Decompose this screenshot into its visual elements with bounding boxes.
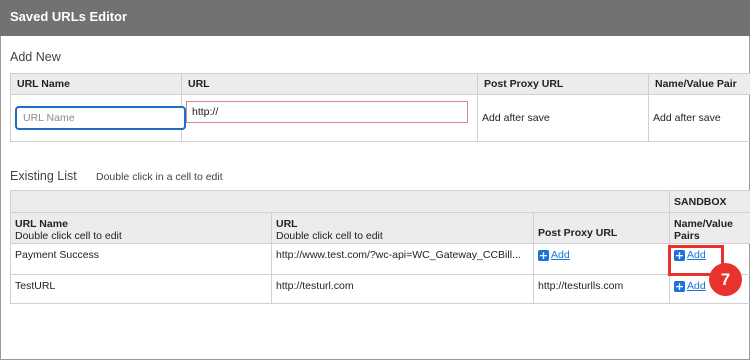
column-subtitle: Double click cell to edit [15, 230, 122, 242]
column-header-post-proxy-url: Post Proxy URL [532, 212, 671, 244]
column-subtitle: Double click cell to edit [276, 230, 383, 242]
post-proxy-cell: Add after save [477, 94, 649, 142]
column-header-url-name: URL Name Double click cell to edit [10, 212, 272, 244]
column-title: Post Proxy URL [538, 226, 618, 239]
table-row: Payment Success http://www.test.com/?wc-… [10, 243, 750, 275]
add-new-input-row: Add after save Add after save [10, 94, 750, 142]
column-title: Name/Value [674, 218, 733, 230]
column-title: URL [276, 218, 298, 230]
step-callout-badge: 7 [709, 263, 742, 296]
window-title: Saved URLs Editor [0, 0, 750, 36]
url-input[interactable] [186, 100, 468, 123]
group-header-spacer [9, 190, 671, 213]
column-header-url-name: URL Name [10, 73, 182, 95]
existing-list-table: SANDBOX URL Name Double click cell to ed… [9, 190, 750, 304]
edit-hint: Double click in a cell to edit [96, 171, 223, 183]
table-row: TestURL http://testurl.com http://testur… [10, 274, 750, 304]
add-post-proxy-link[interactable]: + Add [538, 249, 570, 261]
add-new-heading: Add New [10, 50, 61, 64]
group-header-row: SANDBOX [9, 190, 750, 213]
column-header-url: URL [181, 73, 478, 95]
url-cell [181, 94, 478, 142]
column-subtitle: Pairs [674, 230, 700, 242]
post-proxy-value[interactable]: http://testurlls.com [532, 274, 671, 304]
column-title: URL Name [15, 218, 68, 230]
column-header-name-value-pairs: Name/Value Pairs [669, 212, 750, 244]
existing-list-heading: Existing List [10, 169, 77, 183]
column-header-url: URL Double click cell to edit [271, 212, 534, 244]
plus-icon: + [538, 248, 549, 262]
existing-header-row: URL Name Double click cell to edit URL D… [10, 212, 750, 244]
add-new-header-row: URL Name URL Post Proxy URL Name/Value P… [10, 73, 750, 95]
url-name-input[interactable] [15, 106, 186, 130]
name-value-cell: Add after save [648, 94, 750, 142]
url-value[interactable]: http://testurl.com [271, 274, 534, 304]
column-header-post-proxy-url: Post Proxy URL [477, 73, 649, 95]
url-name-value[interactable]: TestURL [10, 274, 272, 304]
url-value[interactable]: http://www.test.com/?wc-api=WC_Gateway_C… [271, 243, 534, 275]
url-name-cell [10, 94, 186, 142]
add-link-label: Add [687, 280, 706, 292]
sandbox-group-header: SANDBOX [669, 190, 750, 213]
column-header-name-value-pair: Name/Value Pair [648, 73, 750, 95]
post-proxy-value[interactable]: + Add [532, 243, 671, 275]
add-name-value-pair-link[interactable]: + Add [674, 280, 706, 292]
url-name-value[interactable]: Payment Success [10, 243, 272, 275]
plus-icon: + [674, 279, 686, 293]
add-new-table: URL Name URL Post Proxy URL Name/Value P… [10, 73, 750, 142]
add-link-label: Add [551, 249, 570, 261]
